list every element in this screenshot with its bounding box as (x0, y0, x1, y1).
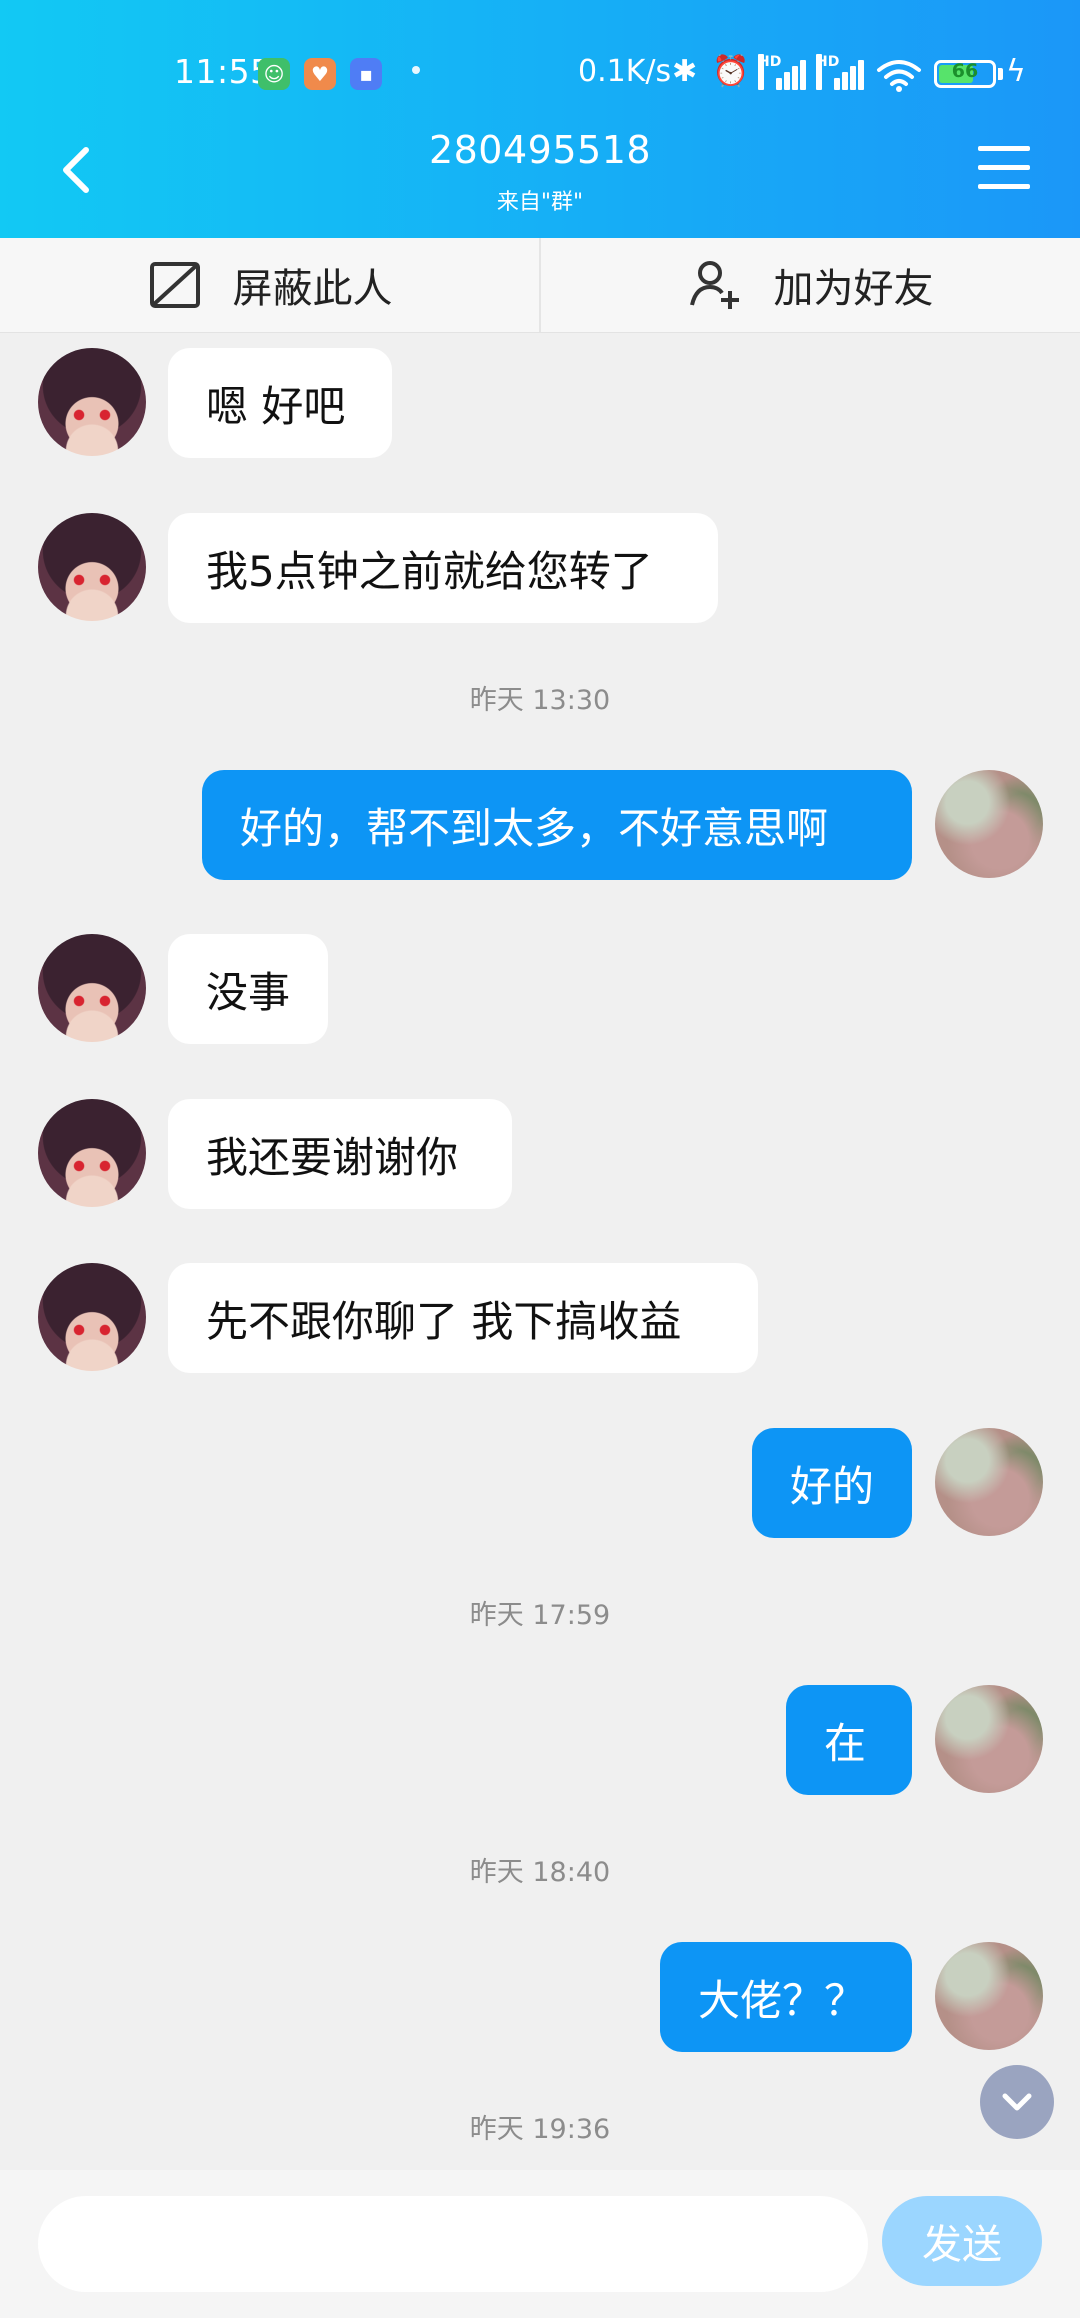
contact-avatar[interactable] (38, 934, 146, 1042)
bluetooth-icon: ✱ (672, 54, 698, 89)
outgoing-message[interactable]: 好的 (752, 1428, 912, 1538)
block-user-label: 屏蔽此人 (232, 266, 393, 312)
more-notifications-dot (412, 66, 420, 74)
heart-app-icon: ♥ (304, 58, 336, 90)
menu-button[interactable] (978, 146, 1030, 190)
contact-avatar[interactable] (38, 1263, 146, 1371)
timestamp: 昨天 17:59 (469, 1600, 611, 1631)
chat-title: 280495518 (428, 128, 652, 172)
message-input[interactable] (38, 2196, 868, 2292)
my-avatar[interactable] (935, 1942, 1043, 2050)
charging-icon: ϟ (1006, 54, 1026, 89)
outgoing-message[interactable]: 在 (786, 1685, 912, 1795)
alarm-icon: ⏰ (712, 54, 750, 89)
timestamp: 昨天 18:40 (469, 1857, 611, 1888)
block-icon (149, 262, 200, 308)
signal-1-icon: HD (758, 54, 810, 90)
incoming-message[interactable]: 我还要谢谢你 (168, 1099, 512, 1209)
incoming-message[interactable]: 嗯 好吧 (168, 348, 392, 458)
app-header: 11:55 ☺ ♥ ▪ 0.1K/s ✱ ⏰ HD HD 66 ϟ 280495… (0, 0, 1080, 238)
action-bar: 屏蔽此人 加为好友 (0, 238, 1080, 333)
my-avatar[interactable] (935, 1685, 1043, 1793)
wifi-icon (877, 60, 921, 92)
robot-app-icon: ☺ (258, 58, 290, 90)
block-user-button[interactable]: 屏蔽此人 (0, 238, 539, 332)
contact-avatar[interactable] (38, 1099, 146, 1207)
input-bar: 发送 (0, 2170, 1080, 2318)
incoming-message[interactable]: 先不跟你聊了 我下搞收益 (168, 1263, 758, 1373)
chat-app-icon: ▪ (350, 58, 382, 90)
incoming-message[interactable]: 没事 (168, 934, 328, 1044)
timestamp: 昨天 19:36 (469, 2114, 611, 2145)
outgoing-message[interactable]: 好的，帮不到太多，不好意思啊 (202, 770, 912, 880)
battery-icon: 66 (934, 60, 996, 88)
add-friend-button[interactable]: 加为好友 (541, 238, 1080, 332)
signal-2-icon: HD (816, 54, 868, 90)
status-bar: 11:55 ☺ ♥ ▪ 0.1K/s ✱ ⏰ HD HD 66 ϟ (0, 0, 1080, 140)
contact-avatar[interactable] (38, 513, 146, 621)
status-time: 11:55 (174, 52, 272, 91)
message-list[interactable]: 嗯 好吧 我5点钟之前就给您转了 昨天 13:30 好的，帮不到太多，不好意思啊… (0, 333, 1080, 2168)
scroll-to-bottom-button[interactable] (980, 2065, 1054, 2139)
timestamp: 昨天 13:30 (469, 685, 611, 716)
incoming-message[interactable]: 我5点钟之前就给您转了 (168, 513, 718, 623)
my-avatar[interactable] (935, 1428, 1043, 1536)
chevron-down-icon (1002, 2093, 1032, 2111)
send-button[interactable]: 发送 (882, 2196, 1042, 2286)
add-friend-icon (689, 261, 739, 309)
battery-percent: 66 (951, 60, 979, 82)
my-avatar[interactable] (935, 770, 1043, 878)
add-friend-label: 加为好友 (773, 266, 934, 312)
contact-avatar[interactable] (38, 348, 146, 456)
outgoing-message[interactable]: 大佬？？ (660, 1942, 912, 2052)
network-speed: 0.1K/s (578, 54, 672, 89)
chat-subtitle: 来自"群" (496, 190, 584, 215)
